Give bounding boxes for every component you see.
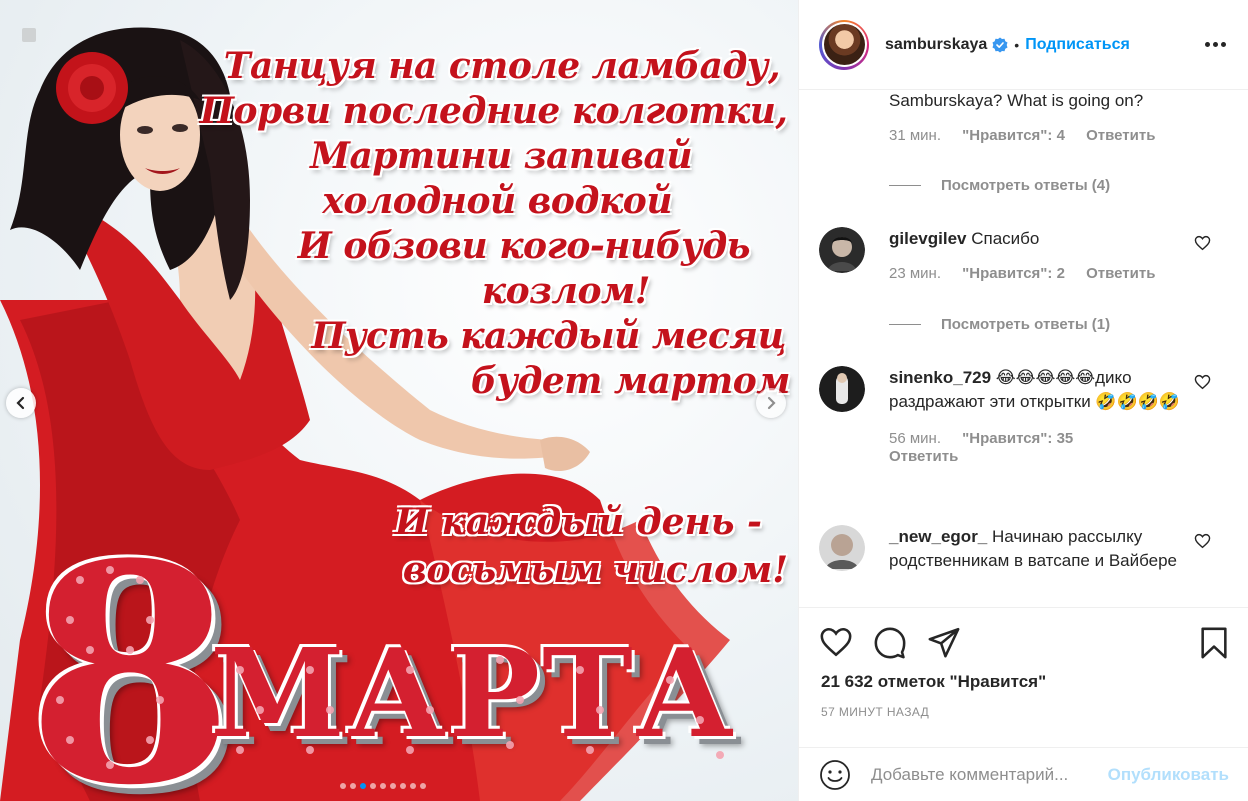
carousel-dot bbox=[370, 783, 376, 789]
comment-likes[interactable]: "Нравится": 4 bbox=[962, 127, 1065, 144]
post-sidebar: samburskaya • Подписаться Samburskaya? W… bbox=[798, 0, 1248, 801]
author-username[interactable]: samburskaya bbox=[885, 36, 987, 54]
publish-button[interactable]: Опубликовать bbox=[1108, 765, 1229, 785]
comment-body: sinenko_729 😂😂😂😂😂дико раздражают эти отк… bbox=[889, 366, 1189, 414]
carousel-prev-button[interactable] bbox=[6, 388, 36, 418]
avatar-frame bbox=[821, 22, 867, 67]
reply-button[interactable]: Ответить bbox=[1086, 265, 1155, 282]
carousel-dot bbox=[390, 783, 396, 789]
post-header: samburskaya • Подписаться bbox=[799, 0, 1248, 90]
replies-divider bbox=[889, 324, 921, 325]
verified-badge-icon bbox=[992, 37, 1008, 52]
post-timestamp[interactable]: 57 МИНУТ НАЗАД bbox=[821, 705, 929, 719]
bookmark-icon[interactable] bbox=[1199, 626, 1229, 660]
post-image[interactable]: Танцуя на столе ламбаду, Порви последние… bbox=[0, 0, 798, 801]
author-avatar[interactable] bbox=[819, 19, 869, 70]
poem-text: Танцуя на столе ламбаду, Порви последние… bbox=[200, 44, 791, 404]
comment-time: 31 мин. bbox=[889, 127, 941, 144]
poem-line: Пусть каждый месяц bbox=[311, 315, 786, 357]
comment-item: sinenko_729 😂😂😂😂😂дико раздражают эти отк… bbox=[819, 366, 1239, 466]
watermark-square bbox=[22, 28, 36, 42]
comment-text: Спасибо bbox=[971, 229, 1040, 248]
comment-time: 56 мин. bbox=[889, 430, 941, 447]
comment-item: _new_egor_ Начинаю рассылку родственника… bbox=[819, 525, 1239, 573]
poem-line: будет мартом bbox=[470, 360, 791, 402]
carousel-next-button[interactable] bbox=[756, 388, 786, 418]
carousel-dot-active bbox=[360, 783, 366, 789]
poem-line: холодной водкой bbox=[322, 180, 672, 222]
poem-line: козлом! bbox=[481, 270, 651, 312]
carousel-dot bbox=[380, 783, 386, 789]
poem-line: Танцуя на столе ламбаду, bbox=[223, 45, 781, 87]
likes-count[interactable]: 21 632 отметок "Нравится" bbox=[821, 672, 1046, 692]
action-icons-row bbox=[819, 626, 1231, 662]
carousel-dot bbox=[420, 783, 426, 789]
reply-button[interactable]: Ответить bbox=[1086, 127, 1155, 144]
comment-body: _new_egor_ Начинаю рассылку родственника… bbox=[889, 525, 1189, 573]
heart-icon[interactable] bbox=[819, 626, 853, 658]
more-icon-dot bbox=[1221, 42, 1226, 47]
share-icon[interactable] bbox=[927, 626, 961, 658]
view-replies-button[interactable]: Посмотреть ответы (4) bbox=[889, 177, 1110, 194]
commenter-avatar[interactable] bbox=[819, 525, 865, 571]
commenter-avatar[interactable] bbox=[819, 366, 865, 412]
poem-line: Мартини запивай bbox=[310, 135, 692, 177]
comment-input[interactable] bbox=[871, 764, 1091, 785]
comment-time: 23 мин. bbox=[889, 265, 941, 282]
replies-divider bbox=[889, 185, 921, 186]
comment-like-heart-icon[interactable] bbox=[1194, 374, 1211, 390]
follow-button[interactable]: Подписаться bbox=[1025, 36, 1130, 54]
poem-line: И каждый день - bbox=[394, 501, 762, 543]
comment-username[interactable]: sinenko_729 bbox=[889, 368, 991, 387]
chevron-right-icon bbox=[767, 396, 776, 410]
carousel-dot bbox=[400, 783, 406, 789]
poem-closing-text: И каждый день - восьмым числом! bbox=[360, 498, 788, 594]
comment-text: Samburskaya? What is going on? bbox=[889, 91, 1144, 110]
reply-button[interactable]: Ответить bbox=[889, 448, 958, 465]
commenter-avatar[interactable] bbox=[819, 227, 865, 273]
more-icon-dot bbox=[1213, 42, 1218, 47]
chevron-left-icon bbox=[16, 396, 25, 410]
post-actions: 21 632 отметок "Нравится" 57 МИНУТ НАЗАД bbox=[799, 607, 1248, 747]
comments-list[interactable]: Samburskaya? What is going on? 31 мин. "… bbox=[799, 91, 1248, 606]
comment-likes[interactable]: "Нравится": 2 bbox=[962, 265, 1065, 282]
more-icon bbox=[1205, 42, 1210, 47]
comment-meta: 56 мин. "Нравится": 35 Ответить bbox=[889, 430, 1129, 466]
poem-line: И обзови кого-нибудь bbox=[297, 225, 751, 267]
comment-like-heart-icon[interactable] bbox=[1194, 235, 1211, 251]
view-replies-label: Посмотреть ответы (4) bbox=[941, 177, 1111, 194]
comment-username[interactable]: gilevgilev bbox=[889, 229, 966, 248]
poem-line: Порви последние колготки, bbox=[200, 90, 788, 132]
carousel-indicator bbox=[340, 783, 426, 789]
poem-line: восьмым числом! bbox=[402, 549, 788, 591]
header-separator: • bbox=[1014, 36, 1020, 53]
view-replies-label: Посмотреть ответы (1) bbox=[941, 316, 1111, 333]
comment-meta: 23 мин. "Нравится": 2 Ответить bbox=[889, 265, 1239, 282]
carousel-dot bbox=[350, 783, 356, 789]
big-number-8: 8 bbox=[26, 498, 235, 801]
emoji-icon[interactable] bbox=[819, 759, 851, 791]
more-options-button[interactable] bbox=[1205, 42, 1226, 47]
comment-body: gilevgilev Спасибо bbox=[889, 227, 1189, 251]
carousel-dot bbox=[340, 783, 346, 789]
comment-likes[interactable]: "Нравится": 35 bbox=[962, 430, 1073, 447]
comment-icon[interactable] bbox=[873, 626, 907, 660]
comment-composer: Опубликовать bbox=[799, 747, 1248, 801]
month-word: МАРТА bbox=[210, 621, 737, 765]
comment-meta: 31 мин. "Нравится": 4 Ответить bbox=[889, 127, 1239, 144]
comment-item: Samburskaya? What is going on? 31 мин. "… bbox=[819, 91, 1239, 144]
view-replies-button[interactable]: Посмотреть ответы (1) bbox=[889, 316, 1110, 333]
comment-username[interactable]: _new_egor_ bbox=[889, 527, 987, 546]
comment-item: gilevgilev Спасибо 23 мин. "Нравится": 2… bbox=[819, 227, 1239, 282]
comment-like-heart-icon[interactable] bbox=[1194, 533, 1211, 549]
avatar-image bbox=[823, 24, 865, 65]
carousel-dot bbox=[410, 783, 416, 789]
